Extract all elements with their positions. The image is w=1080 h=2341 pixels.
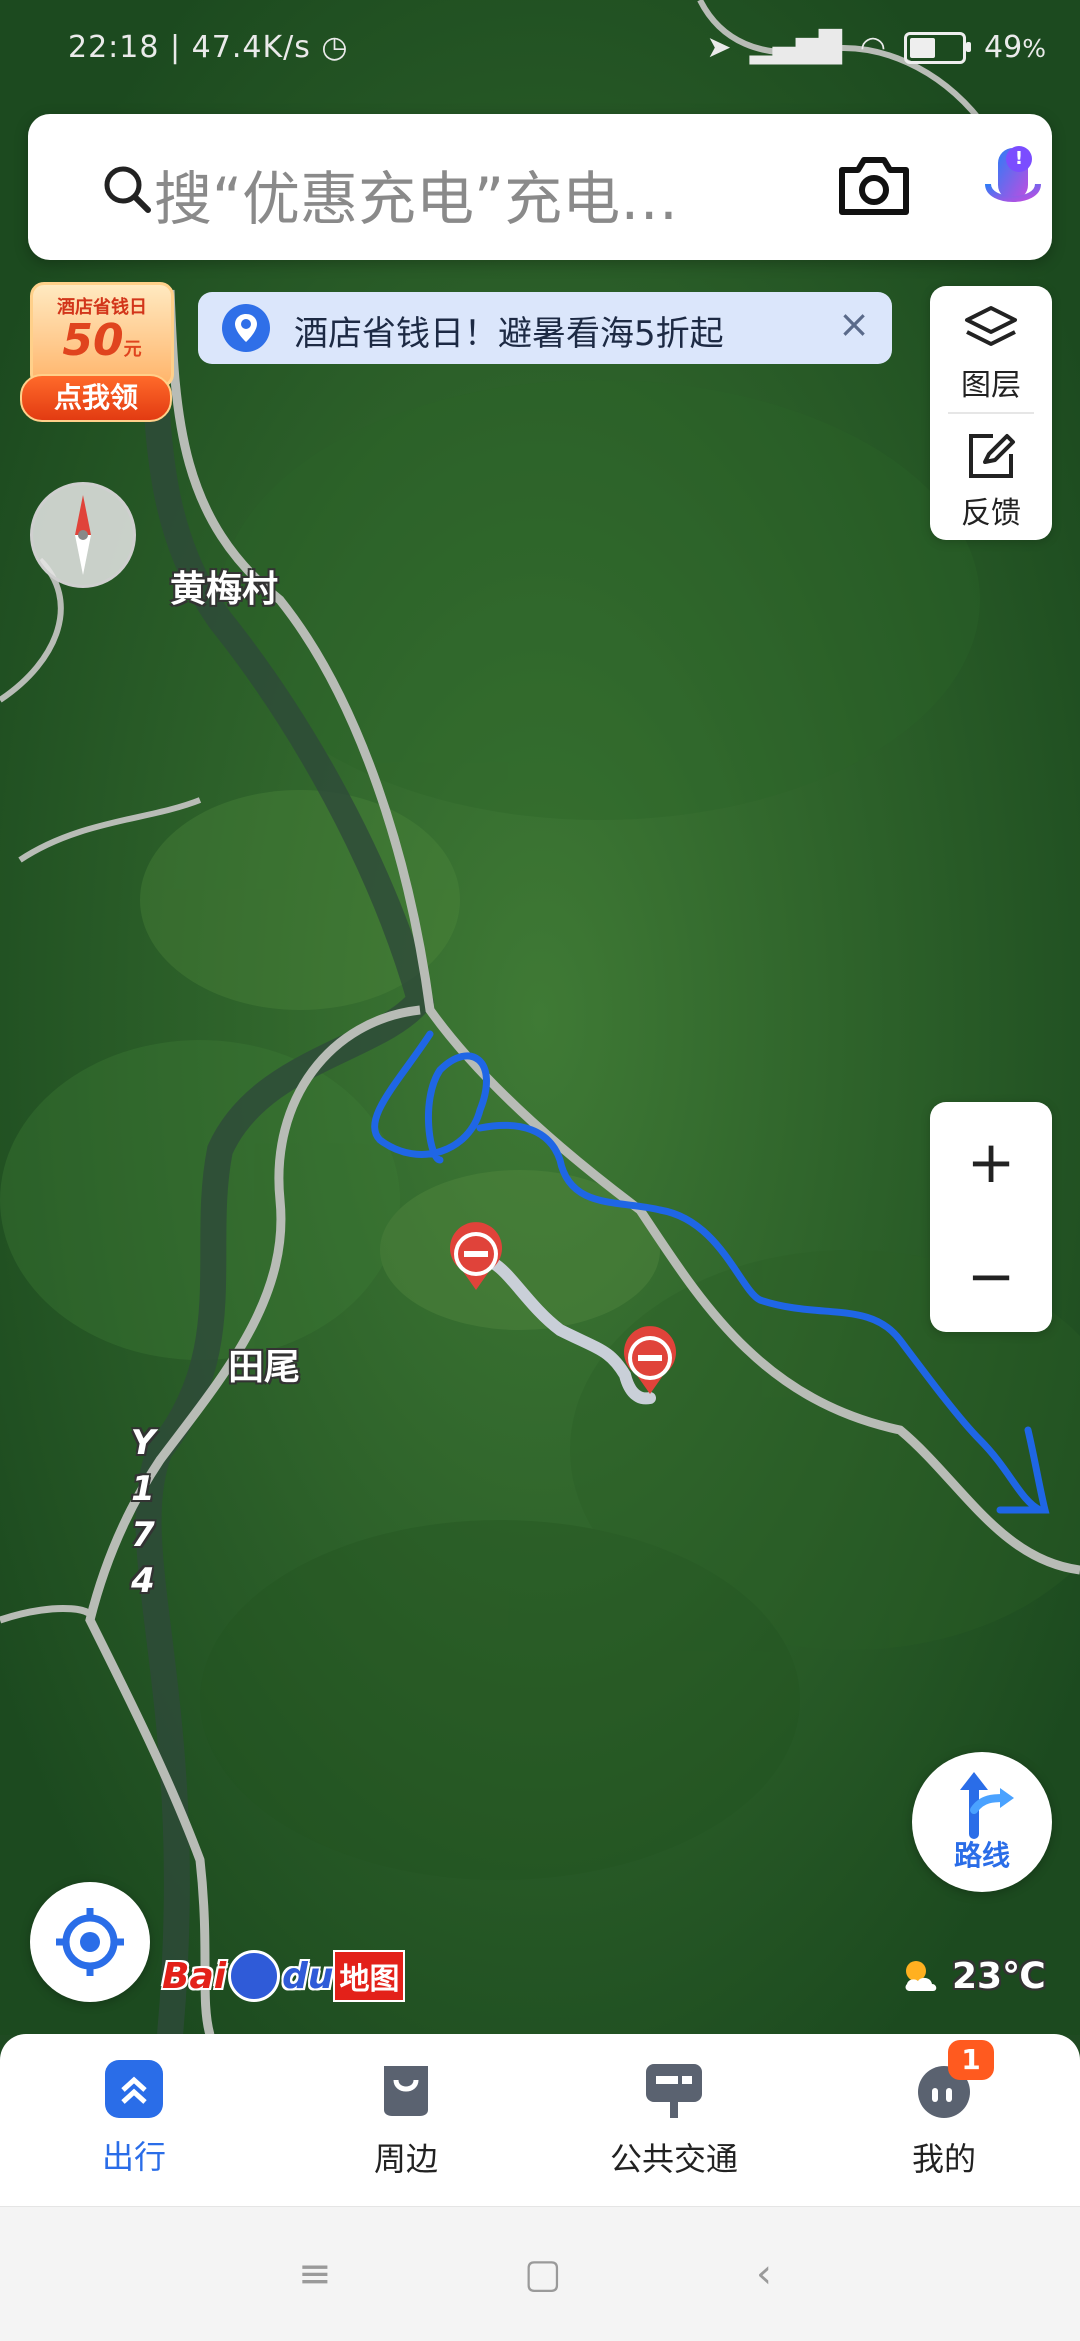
map-tools-panel: 图层 反馈 xyxy=(930,286,1052,540)
menu-icon[interactable]: ≡ xyxy=(298,2251,332,2297)
compass[interactable] xyxy=(30,482,136,588)
notification-badge: 1 xyxy=(948,2040,994,2080)
partly-sunny-icon xyxy=(905,1960,937,1991)
tab-label: 周边 xyxy=(373,2140,438,2178)
search-icon xyxy=(104,166,151,213)
tab-label: 出行 xyxy=(101,2138,166,2176)
promo-card: 酒店省钱日 50元 xyxy=(30,282,174,388)
location-icon: ➤ xyxy=(706,30,732,65)
zoom-controls: + − xyxy=(930,1102,1052,1332)
search-placeholder[interactable]: 搜“优惠充电”充电… xyxy=(154,152,814,236)
promo-coupon[interactable]: 酒店省钱日 50元 点我领 xyxy=(20,282,174,422)
place-label[interactable]: 黄梅村 xyxy=(170,560,278,612)
layers-button[interactable]: 图层 xyxy=(930,304,1052,404)
wifi-icon: ◠ xyxy=(859,30,887,65)
travel-icon xyxy=(105,2060,163,2118)
feedback-label: 反馈 xyxy=(961,496,1021,531)
weather-temp: 23℃ xyxy=(952,1956,1046,1997)
route-button[interactable]: 路线 xyxy=(912,1752,1052,1892)
baidu-map-logo: Bai du 地图 xyxy=(162,1948,406,2004)
system-nav-bar: ≡ ▢ ‹ xyxy=(0,2206,1080,2341)
banner-close-button[interactable]: × xyxy=(838,302,870,346)
tab-label: 公共交通 xyxy=(609,2140,738,2178)
weather-widget[interactable]: 23℃ xyxy=(900,1956,1046,1997)
status-bar: 22:18 | 47.4K/s ◷ ➤ ▂▄▆█ ◠ 49% xyxy=(0,0,1080,100)
location-pin-icon xyxy=(222,304,270,352)
tab-mine[interactable]: 1 我的 xyxy=(844,2040,1044,2180)
camera-icon[interactable] xyxy=(836,154,912,218)
zoom-in-button[interactable]: + xyxy=(930,1122,1052,1202)
place-label[interactable]: 田尾 xyxy=(228,1338,300,1390)
compass-icon xyxy=(75,495,91,575)
bottom-tab-bar: 出行 周边 公共交通 1 我的 xyxy=(0,2034,1080,2206)
signal-icon: ▂▄▆█ xyxy=(749,30,842,65)
paw-icon xyxy=(228,1950,281,2002)
mic-badge: ! xyxy=(1006,146,1032,172)
search-bar[interactable]: 搜“优惠充电”充电… xyxy=(28,114,1052,260)
tab-label: 我的 xyxy=(911,2140,976,2178)
feedback-icon xyxy=(969,434,1015,478)
promo-claim-button[interactable]: 点我领 xyxy=(20,374,172,422)
banner-text: 酒店省钱日！避暑看海5折起 xyxy=(294,314,724,354)
divider xyxy=(948,412,1034,414)
layers-label: 图层 xyxy=(961,368,1021,403)
tab-transit[interactable]: 公共交通 xyxy=(574,2060,774,2180)
home-icon[interactable]: ▢ xyxy=(524,2251,562,2297)
battery-icon xyxy=(904,31,972,64)
layers-icon xyxy=(965,306,1017,346)
battery-percent: 49% xyxy=(984,30,1046,65)
route-label: 路线 xyxy=(953,1839,1010,1872)
status-right: ➤ ▂▄▆█ ◠ 49% xyxy=(706,30,1046,65)
back-icon[interactable]: ‹ xyxy=(756,2251,772,2297)
feedback-button[interactable]: 反馈 xyxy=(930,432,1052,532)
bus-stop-icon xyxy=(646,2064,702,2118)
hotel-banner[interactable]: 酒店省钱日！避暑看海5折起 × xyxy=(198,292,892,364)
road-label[interactable]: Y174 xyxy=(118,1420,168,1604)
locate-button[interactable] xyxy=(30,1882,150,2002)
shopping-bag-icon xyxy=(384,2066,428,2116)
zoom-out-button[interactable]: − xyxy=(930,1236,1052,1316)
promo-amount: 50元 xyxy=(62,315,142,366)
locate-icon xyxy=(56,1908,124,1976)
tab-nearby[interactable]: 周边 xyxy=(306,2060,506,2180)
tab-travel[interactable]: 出行 xyxy=(34,2060,234,2178)
status-time: 22:18 | 47.4K/s ◷ xyxy=(68,30,349,65)
